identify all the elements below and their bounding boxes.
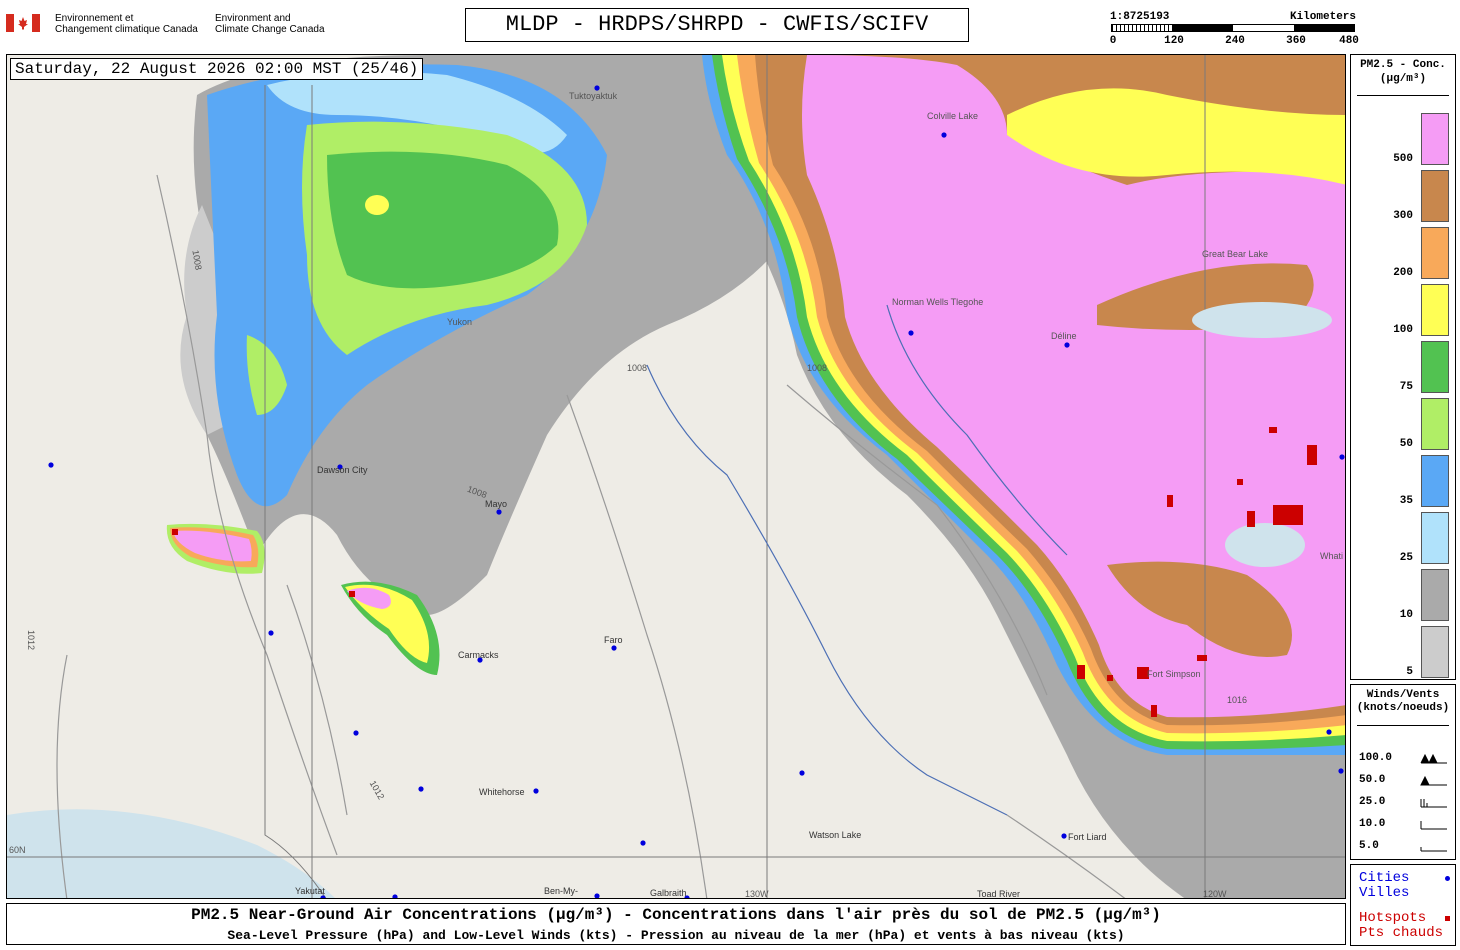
place-label: Tuktoyaktuk [569, 91, 618, 101]
wind-speed-label: 100.0 [1359, 752, 1393, 764]
cities-label: Cities Villes [1359, 870, 1410, 901]
pm25-level-label: 100 [1393, 324, 1413, 336]
place-label: Galbraith [650, 888, 687, 898]
pm25-swatch [1421, 569, 1449, 621]
city-dot-icon [1445, 876, 1450, 881]
pm25-swatch [1421, 512, 1449, 564]
agency-name-en: Environment and Climate Change Canada [215, 13, 325, 35]
wind-speed-label: 50.0 [1359, 774, 1386, 786]
place-label: Norman Wells Tlegohe [892, 297, 984, 307]
wind-barb-icon [1420, 775, 1447, 786]
pm25-level-label: 300 [1393, 210, 1413, 222]
longitude-label: 130W [745, 889, 769, 899]
place-label: Yukon [447, 317, 473, 327]
place-label: Déline [1051, 331, 1077, 341]
place-label: Toad River [977, 889, 1021, 899]
scale-ratio: 1:8725193 [1110, 11, 1170, 23]
legend-divider [1357, 95, 1449, 96]
pm25-level-label: 5 [1406, 666, 1413, 678]
wind-speed-label: 5.0 [1359, 840, 1379, 852]
header: Environnement et Changement climatique C… [0, 0, 1460, 52]
wind-legend-row: 100.0 [1359, 749, 1451, 769]
pm25-level-label: 500 [1393, 153, 1413, 165]
pm25-swatch [1421, 284, 1449, 336]
pm25-level-label: 10 [1399, 609, 1413, 621]
map-caption: PM2.5 Near-Ground Air Concentrations (µg… [6, 903, 1346, 945]
wind-barb-icon [1420, 753, 1447, 764]
place-label: Mayo [485, 499, 508, 509]
legend-divider [1357, 725, 1449, 726]
pm25-level-label: 35 [1399, 495, 1413, 507]
wind-legend-row: 10.0 [1359, 815, 1451, 835]
wind-speed-label: 25.0 [1359, 796, 1386, 808]
scale-tick: 360 [1286, 35, 1306, 47]
place-label: Colville Lake [927, 111, 979, 121]
caption-line-2: Sea-Level Pressure (hPa) and Low-Level W… [227, 928, 1125, 943]
page-title: MLDP - HRDPS/SHRPD - CWFIS/SCIFV [465, 8, 969, 42]
wind-legend: Winds/Vents (knots/noeuds) 100.0 50.0 25… [1350, 684, 1456, 860]
scale-tick: 120 [1164, 35, 1184, 47]
place-label: Great Bear Lake [1202, 249, 1269, 259]
place-label: Yakutat [295, 886, 325, 896]
wind-legend-row: 50.0 [1359, 771, 1451, 791]
wind-barb-icon [1420, 821, 1447, 830]
pm25-swatch [1421, 113, 1449, 165]
isobar-label: 1008 [627, 363, 648, 373]
hotspot-square-icon [1445, 916, 1450, 921]
place-label: Dawson City [317, 465, 368, 475]
isobar-label: 1016 [1227, 695, 1248, 705]
pacific-ocean [7, 809, 335, 898]
pm25-level-label: 75 [1399, 381, 1413, 393]
scale-tick: 480 [1339, 35, 1359, 47]
place-label: Whati [1320, 551, 1344, 561]
scale-bar-graphic [1111, 24, 1355, 32]
pm25-swatch [1421, 398, 1449, 450]
pm25-swatch [1421, 341, 1449, 393]
pm25-legend-title: PM2.5 - Conc. (µg/m³) [1360, 59, 1446, 85]
isobar-label: 1012 [26, 629, 37, 651]
place-label: Watson Lake [809, 830, 862, 840]
scale-tick: 0 [1109, 35, 1117, 47]
place-label: Ben-My- [544, 886, 579, 896]
pm25-level-label: 200 [1393, 267, 1413, 279]
hotspots-label: Hotspots Pts chauds [1359, 910, 1444, 941]
wind-legend-title: Winds/Vents (knots/noeuds) [1356, 689, 1450, 714]
place-label: Fort Simpson [1147, 669, 1201, 679]
place-label: Carmacks [458, 650, 499, 660]
pm25-swatch [1421, 455, 1449, 507]
agency-name-fr: Environnement et Changement climatique C… [55, 13, 198, 35]
place-label: Whitehorse [479, 787, 525, 797]
pm25-swatch [1421, 626, 1449, 678]
scale-unit: Kilometers [1289, 11, 1356, 23]
pm25-swatch [1421, 170, 1449, 222]
place-label: Faro [604, 635, 623, 645]
map-canvas[interactable] [7, 55, 1346, 899]
wind-legend-row: 5.0 [1359, 837, 1451, 857]
forecast-timestamp: Saturday, 22 August 2026 02:00 MST (25/4… [10, 58, 424, 80]
wind-barb-icon [1420, 799, 1447, 808]
pm25-level-label: 50 [1399, 438, 1413, 450]
canada-flag-icon [6, 14, 40, 32]
pm25-level-label: 25 [1399, 552, 1413, 564]
longitude-label: 120W [1203, 889, 1227, 899]
wind-legend-row: 25.0 [1359, 793, 1451, 813]
map-panel[interactable]: Saturday, 22 August 2026 02:00 MST (25/4… [6, 54, 1346, 899]
caption-line-1: PM2.5 Near-Ground Air Concentrations (µg… [191, 906, 1161, 924]
pm25-swatch [1421, 227, 1449, 279]
place-label: Fort Liard [1068, 832, 1107, 842]
smoke-yellow-west [365, 195, 389, 215]
wind-barb-icon [1420, 847, 1447, 852]
pm25-legend: PM2.5 - Conc. (µg/m³) 500 300 200 100 75 50 35… [1350, 54, 1456, 680]
scale-bar: 1:8725193 Kilometers 0 120 240 360 480 [1108, 10, 1359, 50]
scale-tick: 240 [1225, 35, 1245, 47]
symbol-legend: Cities Villes Hotspots Pts chauds [1350, 864, 1456, 946]
latitude-label: 60N [9, 845, 26, 855]
isobar-label: 1008 [807, 363, 828, 373]
wind-speed-label: 10.0 [1359, 818, 1386, 830]
